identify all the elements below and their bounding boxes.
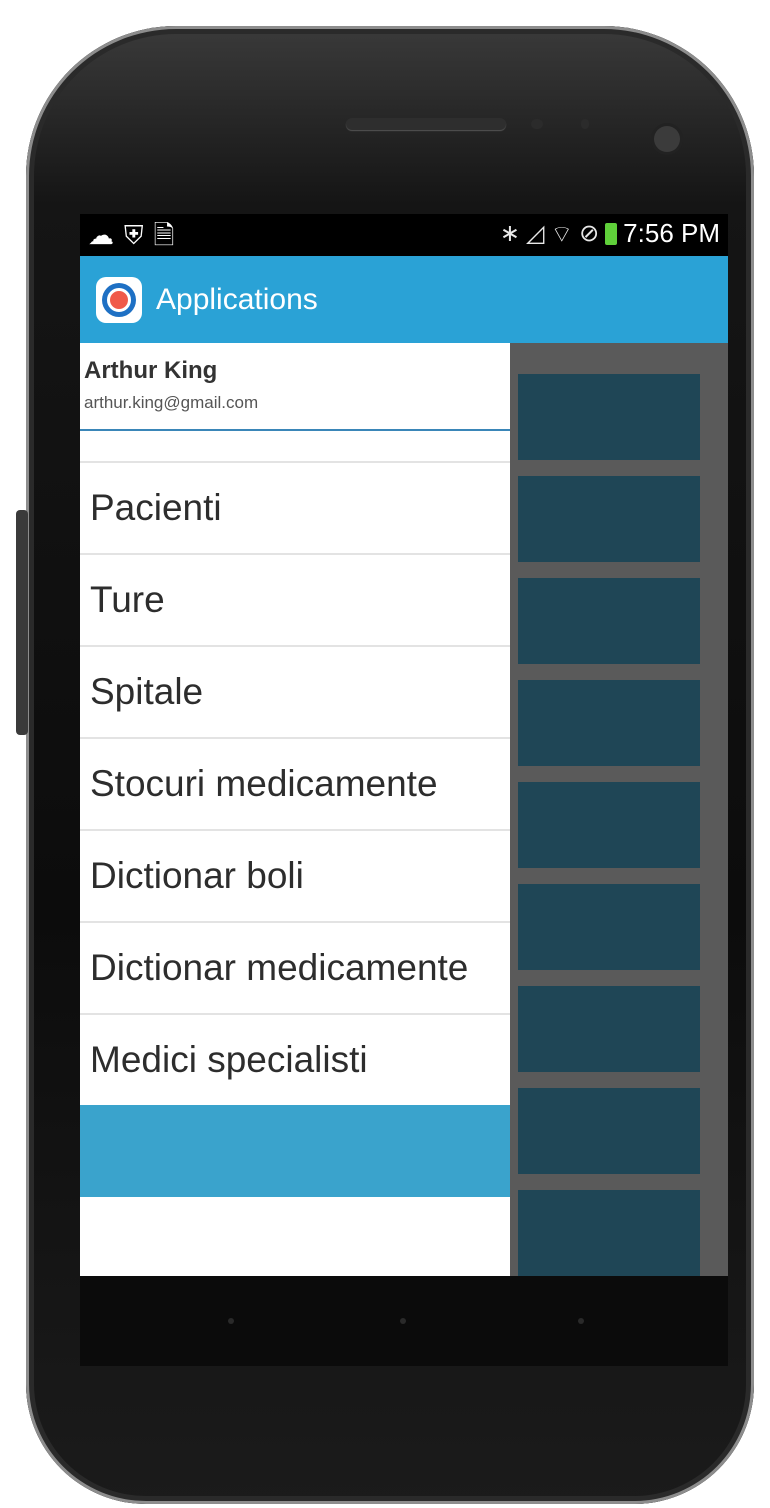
drawer-item-label: Stocuri medicamente <box>90 763 438 804</box>
wifi-icon: ⌔ <box>550 220 574 248</box>
back-button[interactable] <box>228 1318 234 1324</box>
drawer-item-selected[interactable] <box>80 1105 510 1197</box>
recents-button[interactable] <box>578 1318 584 1324</box>
status-left-icons: ☁ ⛨ 🗎 <box>88 220 174 250</box>
drawer-item-label: Spitale <box>90 671 204 712</box>
content-tile <box>518 680 700 766</box>
navigation-bar <box>80 1276 728 1366</box>
cloud-upload-icon: ☁ <box>88 220 114 250</box>
battery-icon <box>605 222 618 245</box>
navigation-drawer: Arthur King arthur.king@gmail.com Pacien… <box>80 343 510 1276</box>
light-sensor <box>581 119 589 129</box>
content-tile <box>518 476 700 562</box>
drawer-divider <box>80 431 510 463</box>
status-right-icons: ∗ ◿ ⌔ ⊘ 7:56 PM <box>500 218 720 249</box>
content-tile <box>518 578 700 664</box>
shield-icon: ⛨ <box>124 220 144 250</box>
home-button[interactable] <box>400 1318 406 1324</box>
content-tile <box>518 884 700 970</box>
user-profile-header[interactable]: Arthur King arthur.king@gmail.com <box>80 343 510 431</box>
drawer-item-spitale[interactable]: Spitale <box>80 647 510 739</box>
bluetooth-icon: ∗ <box>499 220 521 247</box>
drawer-item-dictionar-medicamente[interactable]: Dictionar medicamente <box>80 923 510 1015</box>
drawer-item-pacienti[interactable]: Pacienti <box>80 463 510 555</box>
drawer-item-label: Dictionar boli <box>90 855 304 896</box>
drawer-item-label: Medici specialisti <box>90 1039 368 1080</box>
volume-button <box>16 510 28 735</box>
front-camera <box>654 126 680 152</box>
page-title: Applications <box>156 282 318 316</box>
no-signal-icon: ◿ <box>526 220 545 247</box>
user-email: arthur.king@gmail.com <box>84 393 259 412</box>
proximity-sensor <box>531 119 543 129</box>
status-bar: ☁ ⛨ 🗎 ∗ ◿ ⌔ ⊘ 7:56 PM <box>80 214 728 256</box>
content-tile <box>518 1190 700 1276</box>
user-name: Arthur King <box>84 357 218 384</box>
drawer-item-dictionar-boli[interactable]: Dictionar boli <box>80 831 510 923</box>
app-bar: Applications <box>80 256 728 343</box>
document-icon: 🗎 <box>153 220 175 250</box>
content-tile <box>518 374 700 460</box>
drawer-item-label: Pacienti <box>90 487 222 528</box>
earpiece-speaker <box>346 118 506 130</box>
app-logo-icon[interactable] <box>96 276 142 323</box>
drawer-item-label: Dictionar medicamente <box>90 947 469 988</box>
block-icon: ⊘ <box>579 220 600 247</box>
status-time: 7:56 PM <box>623 218 720 248</box>
screen: ☁ ⛨ 🗎 ∗ ◿ ⌔ ⊘ 7:56 PM Applications Arthu… <box>80 214 728 1276</box>
content-tile <box>518 1088 700 1174</box>
drawer-item-medici-specialisti[interactable]: Medici specialisti <box>80 1015 510 1107</box>
content-tile <box>518 986 700 1072</box>
content-tile <box>518 782 700 868</box>
drawer-item-stocuri-medicamente[interactable]: Stocuri medicamente <box>80 739 510 831</box>
drawer-item-label: Ture <box>90 579 165 620</box>
drawer-item-ture[interactable]: Ture <box>80 555 510 647</box>
